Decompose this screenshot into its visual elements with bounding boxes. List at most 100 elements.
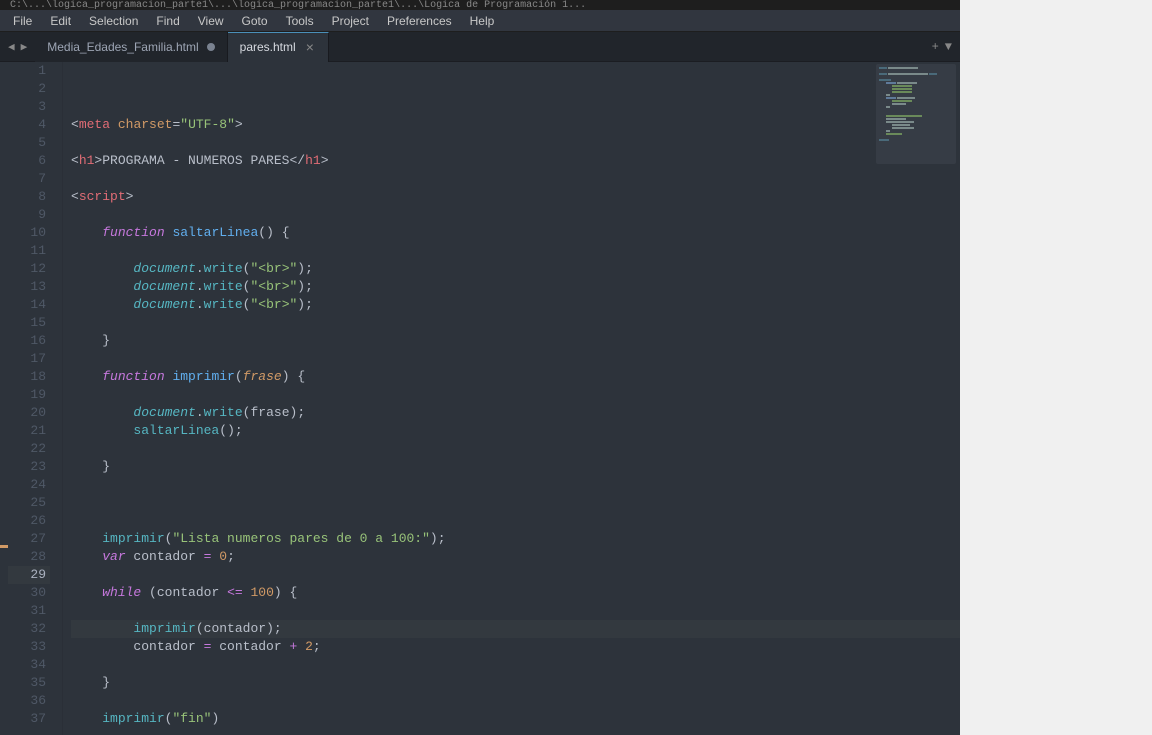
history-back-icon[interactable]: ◀ <box>6 38 17 56</box>
menu-item-project[interactable]: Project <box>323 11 378 31</box>
line-number[interactable]: 26 <box>8 512 50 530</box>
line-number[interactable]: 7 <box>8 170 50 188</box>
line-number[interactable]: 11 <box>8 242 50 260</box>
line-number[interactable]: 22 <box>8 440 50 458</box>
line-number[interactable]: 34 <box>8 656 50 674</box>
line-number[interactable]: 15 <box>8 314 50 332</box>
code-line[interactable]: imprimir(contador); <box>71 620 960 638</box>
line-number[interactable]: 29 <box>8 566 50 584</box>
code-line[interactable]: document.write("<br>"); <box>71 296 960 314</box>
line-number[interactable]: 27 <box>8 530 50 548</box>
menu-item-view[interactable]: View <box>189 11 233 31</box>
menu-item-edit[interactable]: Edit <box>41 11 80 31</box>
line-number[interactable]: 8 <box>8 188 50 206</box>
line-number[interactable]: 20 <box>8 404 50 422</box>
line-number[interactable]: 17 <box>8 350 50 368</box>
code-line[interactable] <box>71 602 960 620</box>
code-line[interactable]: } <box>71 332 960 350</box>
line-number[interactable]: 13 <box>8 278 50 296</box>
new-tab-icon[interactable]: + <box>932 40 939 54</box>
line-number[interactable]: 18 <box>8 368 50 386</box>
menu-item-find[interactable]: Find <box>147 11 188 31</box>
line-number[interactable]: 37 <box>8 710 50 728</box>
tab-media_edades_familia-html[interactable]: Media_Edades_Familia.html <box>35 32 227 62</box>
line-number[interactable]: 24 <box>8 476 50 494</box>
line-number[interactable]: 35 <box>8 674 50 692</box>
code-line[interactable] <box>71 134 960 152</box>
code-line[interactable]: } <box>71 674 960 692</box>
code-line[interactable]: contador = contador + 2; <box>71 638 960 656</box>
line-number[interactable]: 1 <box>8 62 50 80</box>
line-number[interactable]: 10 <box>8 224 50 242</box>
editor-area: 1234567891011121314151617181920212223242… <box>0 62 960 735</box>
code-line[interactable] <box>71 494 960 512</box>
code-line[interactable]: function imprimir(frase) { <box>71 368 960 386</box>
code-line[interactable]: document.write("<br>"); <box>71 260 960 278</box>
code-line[interactable] <box>71 386 960 404</box>
title-text: C:\...\logica_programacion_parte1\...\lo… <box>10 0 586 10</box>
line-number[interactable]: 36 <box>8 692 50 710</box>
menu-item-tools[interactable]: Tools <box>277 11 323 31</box>
menu-item-selection[interactable]: Selection <box>80 11 147 31</box>
code-line[interactable]: document.write("<br>"); <box>71 278 960 296</box>
code-line[interactable] <box>71 728 960 735</box>
code-line[interactable] <box>71 314 960 332</box>
tab-label: pares.html <box>240 40 296 54</box>
modified-indicator-icon <box>207 43 215 51</box>
code-line[interactable]: while (contador <= 100) { <box>71 584 960 602</box>
line-number[interactable]: 19 <box>8 386 50 404</box>
line-number[interactable]: 25 <box>8 494 50 512</box>
close-tab-icon[interactable]: × <box>304 39 316 55</box>
line-number[interactable]: 30 <box>8 584 50 602</box>
code-line[interactable] <box>71 512 960 530</box>
minimap[interactable] <box>876 64 956 164</box>
code-line[interactable] <box>71 242 960 260</box>
code-line[interactable] <box>71 350 960 368</box>
code-line[interactable] <box>71 692 960 710</box>
line-number[interactable]: 12 <box>8 260 50 278</box>
code-line[interactable]: function saltarLinea() { <box>71 224 960 242</box>
code-line[interactable]: <script> <box>71 188 960 206</box>
code-line[interactable]: saltarLinea(); <box>71 422 960 440</box>
line-number[interactable]: 23 <box>8 458 50 476</box>
code-content[interactable]: <meta charset="UTF-8"> <h1>PROGRAMA - NUM… <box>63 62 960 735</box>
code-line[interactable] <box>71 656 960 674</box>
code-line[interactable]: } <box>71 458 960 476</box>
tab-dropdown-icon[interactable]: ▼ <box>945 40 952 54</box>
code-line[interactable] <box>71 170 960 188</box>
line-number[interactable]: 6 <box>8 152 50 170</box>
code-line[interactable]: document.write(frase); <box>71 404 960 422</box>
line-number[interactable]: 2 <box>8 80 50 98</box>
line-number[interactable]: 28 <box>8 548 50 566</box>
code-line[interactable] <box>71 476 960 494</box>
code-line[interactable] <box>71 206 960 224</box>
code-line[interactable]: imprimir("fin") <box>71 710 960 728</box>
line-number[interactable]: 9 <box>8 206 50 224</box>
editor-window: C:\...\logica_programacion_parte1\...\lo… <box>0 0 960 735</box>
tabs-container: Media_Edades_Familia.html pares.html × <box>35 32 329 62</box>
code-line[interactable]: <meta charset="UTF-8"> <box>71 116 960 134</box>
code-line[interactable]: <h1>PROGRAMA - NUMEROS PARES</h1> <box>71 152 960 170</box>
menu-item-preferences[interactable]: Preferences <box>378 11 461 31</box>
code-line[interactable] <box>71 566 960 584</box>
code-line[interactable]: imprimir("Lista numeros pares de 0 a 100… <box>71 530 960 548</box>
tab-pares-html[interactable]: pares.html × <box>228 32 329 62</box>
menu-bar: FileEditSelectionFindViewGotoToolsProjec… <box>0 10 960 32</box>
tab-bar-actions: + ▼ <box>924 40 960 54</box>
code-line[interactable]: var contador = 0; <box>71 548 960 566</box>
menu-item-goto[interactable]: Goto <box>233 11 277 31</box>
line-number[interactable]: 21 <box>8 422 50 440</box>
line-number[interactable]: 31 <box>8 602 50 620</box>
line-number[interactable]: 5 <box>8 134 50 152</box>
line-number[interactable]: 33 <box>8 638 50 656</box>
line-gutter[interactable]: 1234567891011121314151617181920212223242… <box>8 62 63 735</box>
line-number[interactable]: 16 <box>8 332 50 350</box>
menu-item-help[interactable]: Help <box>461 11 504 31</box>
line-number[interactable]: 32 <box>8 620 50 638</box>
line-number[interactable]: 14 <box>8 296 50 314</box>
menu-item-file[interactable]: File <box>4 11 41 31</box>
code-line[interactable] <box>71 440 960 458</box>
history-forward-icon[interactable]: ▶ <box>19 38 30 56</box>
line-number[interactable]: 4 <box>8 116 50 134</box>
line-number[interactable]: 3 <box>8 98 50 116</box>
